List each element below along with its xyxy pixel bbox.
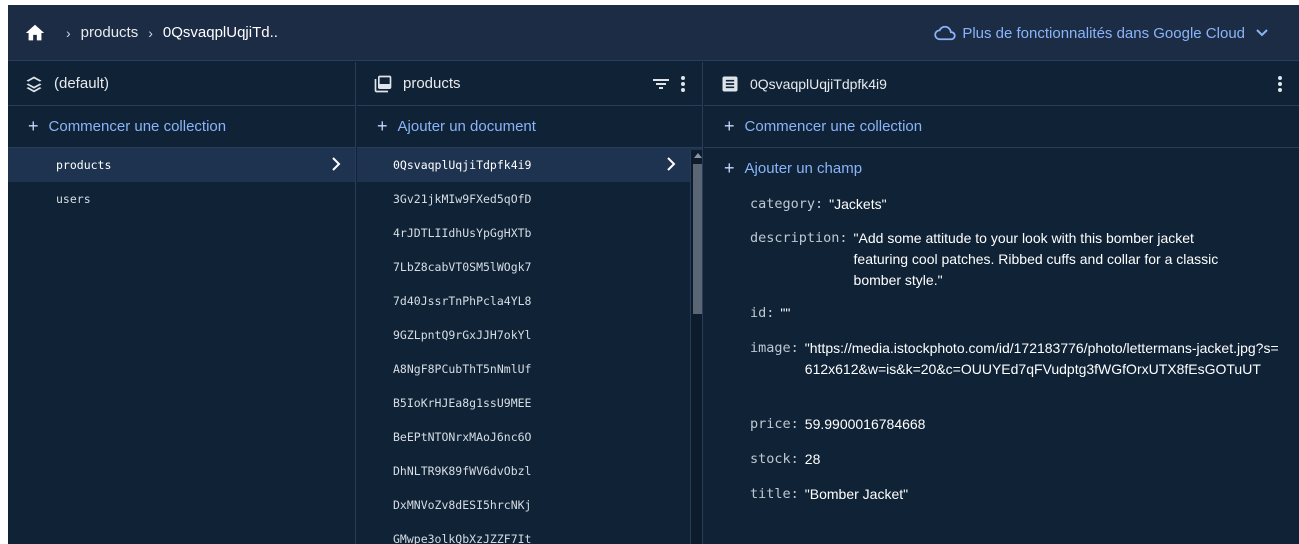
chevron-right-icon [667, 157, 676, 171]
document-item[interactable]: 9GZLpntQ9rGxJJH7okYl [357, 318, 702, 352]
document-item[interactable]: GMwpe3olkQbXzJZZF7It [357, 522, 702, 544]
field-image[interactable]: image: "https://media.istockphoto.com/id… [750, 338, 1285, 380]
breadcrumb: › products › 0QsvaqplUqjiTd.. [8, 22, 278, 44]
add-document-label: Ajouter un document [397, 118, 536, 135]
database-column: (default) + Commencer une collection pro… [8, 62, 356, 544]
collection-item-users[interactable]: users [8, 182, 355, 216]
database-header: (default) [8, 62, 355, 106]
plus-icon: + [28, 116, 39, 136]
field-id[interactable]: id: "" [750, 303, 790, 324]
start-collection-label: Commencer une collection [48, 118, 227, 135]
more-vert-icon[interactable] [680, 75, 686, 93]
field-stock[interactable]: stock: 28 [750, 449, 820, 470]
start-subcollection-button[interactable]: + Commencer une collection [704, 106, 1299, 148]
collection-icon [374, 75, 392, 92]
collection-item-products[interactable]: products [8, 148, 355, 182]
document-title: 0QsvaqplUqjiTdpfk4i9 [750, 75, 887, 92]
more-vert-icon[interactable] [1277, 75, 1283, 93]
field-description[interactable]: description: "Add some attitude to your … [750, 228, 1244, 291]
field-title[interactable]: title: "Bomber Jacket" [750, 484, 908, 505]
filter-icon[interactable] [652, 77, 670, 91]
start-subcollection-label: Commencer une collection [744, 118, 923, 135]
google-cloud-link[interactable]: Plus de fonctionnalités dans Google Clou… [934, 5, 1275, 61]
add-document-button[interactable]: + Ajouter un document [357, 106, 702, 148]
document-item[interactable]: B5IoKrHJEa8g1ssU9MEE [357, 386, 702, 420]
google-cloud-link-label: Plus de fonctionnalités dans Google Clou… [962, 24, 1245, 42]
document-list-scrollbar[interactable] [690, 150, 702, 544]
chevron-right-icon: › [66, 24, 71, 41]
chevron-right-icon: › [148, 24, 153, 41]
database-title: (default) [54, 75, 110, 92]
scrollbar-thumb[interactable] [693, 164, 702, 314]
document-item[interactable]: DhNLTR9K89fWV6dvObzl [357, 454, 702, 488]
home-icon[interactable] [24, 22, 46, 44]
field-price[interactable]: price: 59.9900016784668 [750, 414, 925, 435]
field-category[interactable]: category: "Jackets" [750, 194, 887, 215]
document-item[interactable]: DxMNVoZv8dESI5hrcNKj [357, 488, 702, 522]
scroll-up-arrow[interactable] [694, 153, 702, 158]
document-column: 0QsvaqplUqjiTdpfk4i9 + Commencer une col… [704, 62, 1299, 544]
document-item[interactable]: A8NgF8PCubThT5nNmlUf [357, 352, 702, 386]
add-field-button[interactable]: + Ajouter un champ [704, 148, 1299, 188]
breadcrumb-collection[interactable]: products [81, 24, 139, 41]
breadcrumb-document[interactable]: 0QsvaqplUqjiTd.. [163, 24, 278, 41]
chevron-down-icon [1256, 29, 1268, 37]
document-item[interactable]: BeEPtNTONrxMAoJ6nc6O [357, 420, 702, 454]
add-field-label: Ajouter un champ [744, 159, 863, 177]
plus-icon: + [724, 157, 735, 178]
top-bar: › products › 0QsvaqplUqjiTd.. Plus de fo… [8, 5, 1299, 61]
collection-column: products + Ajouter un document 0QsvaqplU… [357, 62, 703, 544]
firestore-console: › products › 0QsvaqplUqjiTd.. Plus de fo… [8, 5, 1299, 544]
database-icon [26, 76, 42, 92]
plus-icon: + [724, 116, 735, 136]
document-item[interactable]: 0QsvaqplUqjiTdpfk4i9 [357, 148, 702, 182]
document-item[interactable]: 4rJDTLIIdhUsYpGgHXTb [357, 216, 702, 250]
document-item[interactable]: 3Gv21jkMIw9FXed5qOfD [357, 182, 702, 216]
start-collection-button[interactable]: + Commencer une collection [8, 106, 355, 148]
document-item[interactable]: 7LbZ8cabVT0SM5lWOgk7 [357, 250, 702, 284]
plus-icon: + [377, 116, 388, 136]
collection-header: products [357, 62, 702, 106]
cloud-icon [934, 25, 956, 41]
chevron-right-icon [332, 157, 341, 171]
collection-title: products [403, 75, 461, 92]
document-header: 0QsvaqplUqjiTdpfk4i9 [704, 62, 1299, 106]
document-item[interactable]: 7d40JssrTnPhPcla4YL8 [357, 284, 702, 318]
document-icon [722, 76, 738, 91]
